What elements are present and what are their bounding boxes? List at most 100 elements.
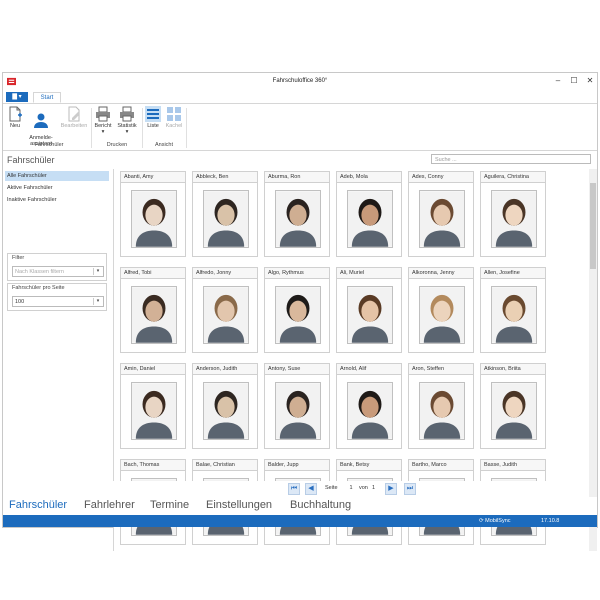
chevron-down-icon: ▾ xyxy=(93,268,102,275)
tiles-icon xyxy=(167,107,181,121)
student-name: Basse, Judith xyxy=(481,460,545,471)
minimize-button[interactable]: – xyxy=(551,75,565,87)
close-button[interactable]: ✕ xyxy=(583,75,597,87)
class-filter-select[interactable]: Nach Klassen filtern ▾ xyxy=(12,266,104,277)
student-name: Adeb, Mola xyxy=(337,172,401,183)
next-page-icon[interactable]: ▶ xyxy=(385,483,397,495)
student-card[interactable]: Ades, Conny xyxy=(408,171,474,257)
last-page-icon[interactable]: ⏭ xyxy=(404,483,416,495)
assistant-icon xyxy=(34,113,48,128)
avatar-icon xyxy=(420,383,464,439)
nav-buchhaltung[interactable]: Buchhaltung xyxy=(290,499,351,511)
app-window: Fahrschuloffice 360° – ☐ ✕ ▇ ▾ Start Neu… xyxy=(2,72,598,551)
new-icon xyxy=(9,106,22,122)
prev-page-icon[interactable]: ◀ xyxy=(305,483,317,495)
student-photo xyxy=(491,382,537,440)
student-card[interactable]: Anderson, Judith xyxy=(192,363,258,449)
student-photo xyxy=(491,190,537,248)
student-photo xyxy=(131,382,177,440)
student-name: Alfredo, Jonny xyxy=(193,268,257,279)
chevron-down-icon: ▾ xyxy=(93,298,102,305)
student-photo xyxy=(419,286,465,344)
group-divider xyxy=(91,108,92,148)
new-button[interactable]: Neu xyxy=(6,106,24,129)
student-name: Aron, Steffen xyxy=(409,364,473,375)
sync-status[interactable]: ⟳ MobilSync xyxy=(479,518,511,524)
student-name: Alkoronna, Jenny xyxy=(409,268,473,279)
page-label: Seite xyxy=(325,485,338,491)
avatar-icon xyxy=(132,287,176,343)
first-page-icon[interactable]: ⏮ xyxy=(288,483,300,495)
sidebar-item-all[interactable]: Alle Fahrschüler xyxy=(5,171,109,181)
avatar-icon xyxy=(276,383,320,439)
student-name: Atkinson, Briita xyxy=(481,364,545,375)
student-photo xyxy=(491,286,537,344)
status-bar: ⟳ MobilSync 17.10.8 xyxy=(3,515,597,527)
nav-fahrlehrer[interactable]: Fahrlehrer xyxy=(84,499,135,511)
avatar-icon xyxy=(348,287,392,343)
per-page-select[interactable]: 100 ▾ xyxy=(12,296,104,307)
vertical-scrollbar[interactable] xyxy=(589,169,597,551)
scrollbar-thumb[interactable] xyxy=(590,183,596,269)
nav-fahrschueler[interactable]: Fahrschüler xyxy=(9,499,67,511)
search-input[interactable]: Suche ... xyxy=(431,154,591,164)
student-card[interactable]: Alfred, Tobi xyxy=(120,267,186,353)
nav-termine[interactable]: Termine xyxy=(150,499,189,511)
nav-einstellungen[interactable]: Einstellungen xyxy=(206,499,272,511)
per-page-value: 100 xyxy=(15,299,25,305)
student-card[interactable]: Amin, Daniel xyxy=(120,363,186,449)
student-photo xyxy=(347,382,393,440)
student-name: Abbleck, Ben xyxy=(193,172,257,183)
student-name: Balae, Christian xyxy=(193,460,257,471)
page-number-input[interactable]: 1 xyxy=(345,484,357,493)
group-label-drucken: Drucken xyxy=(106,142,128,148)
student-card[interactable]: Abbleck, Ben xyxy=(192,171,258,257)
page-title: Fahrschüler xyxy=(7,155,55,165)
list-view-button[interactable]: Liste xyxy=(144,106,162,129)
edit-icon xyxy=(68,106,80,122)
student-card[interactable]: Arnold, Alif xyxy=(336,363,402,449)
student-card[interactable]: Antony, Suse xyxy=(264,363,330,449)
statistics-button[interactable]: Statistik ▾ xyxy=(115,106,139,135)
student-card[interactable]: Allen, Josefine xyxy=(480,267,546,353)
student-card[interactable]: Atkinson, Briita xyxy=(480,363,546,449)
edit-button[interactable]: Bearbeiten xyxy=(58,106,90,129)
student-photo xyxy=(347,190,393,248)
report-button[interactable]: Bericht ▾ xyxy=(93,106,113,135)
sync-icon: ⟳ xyxy=(479,518,484,524)
avatar-icon xyxy=(420,191,464,247)
student-card[interactable]: Alfredo, Jonny xyxy=(192,267,258,353)
tab-start[interactable]: Start xyxy=(33,92,61,103)
maximize-button[interactable]: ☐ xyxy=(567,75,581,87)
student-card[interactable]: Aguilera, Christina xyxy=(480,171,546,257)
sidebar-item-active[interactable]: Aktive Fahrschüler xyxy=(5,183,109,193)
student-photo xyxy=(275,190,321,248)
avatar-icon xyxy=(492,383,536,439)
student-name: Algo, Rythmus xyxy=(265,268,329,279)
student-card[interactable]: Adeb, Mola xyxy=(336,171,402,257)
student-card[interactable]: Abanti, Amy xyxy=(120,171,186,257)
student-card[interactable]: Algo, Rythmus xyxy=(264,267,330,353)
student-photo xyxy=(203,382,249,440)
total-pages: 1 xyxy=(372,485,376,491)
student-photo xyxy=(131,190,177,248)
student-name: Antony, Suse xyxy=(265,364,329,375)
bottom-nav: Fahrschüler Fahrlehrer Termine Einstellu… xyxy=(3,497,597,515)
per-page-group: Fahrschüler pro Seite 100 ▾ xyxy=(7,283,107,311)
of-label: von xyxy=(359,485,368,491)
file-menu-arrow: ▾ xyxy=(18,94,22,100)
student-card[interactable]: Aron, Steffen xyxy=(408,363,474,449)
sync-label: MobilSync xyxy=(485,518,511,524)
student-card[interactable]: Ali, Muriel xyxy=(336,267,402,353)
student-card[interactable]: Aburma, Ron xyxy=(264,171,330,257)
per-page-label: Fahrschüler pro Seite xyxy=(12,285,65,291)
avatar-icon xyxy=(204,191,248,247)
tile-view-button[interactable]: Kachel xyxy=(164,106,184,129)
registration-assistant-button[interactable]: Anmelde- assistent xyxy=(25,106,57,147)
filter-group: Filter Nach Klassen filtern ▾ xyxy=(7,253,107,281)
student-name: Amin, Daniel xyxy=(121,364,185,375)
sidebar-item-inactive[interactable]: Inaktive Fahrschüler xyxy=(5,195,109,205)
student-name: Balder, Jupp xyxy=(265,460,329,471)
file-menu-button[interactable]: ▇ ▾ xyxy=(6,92,28,102)
student-card[interactable]: Alkoronna, Jenny xyxy=(408,267,474,353)
